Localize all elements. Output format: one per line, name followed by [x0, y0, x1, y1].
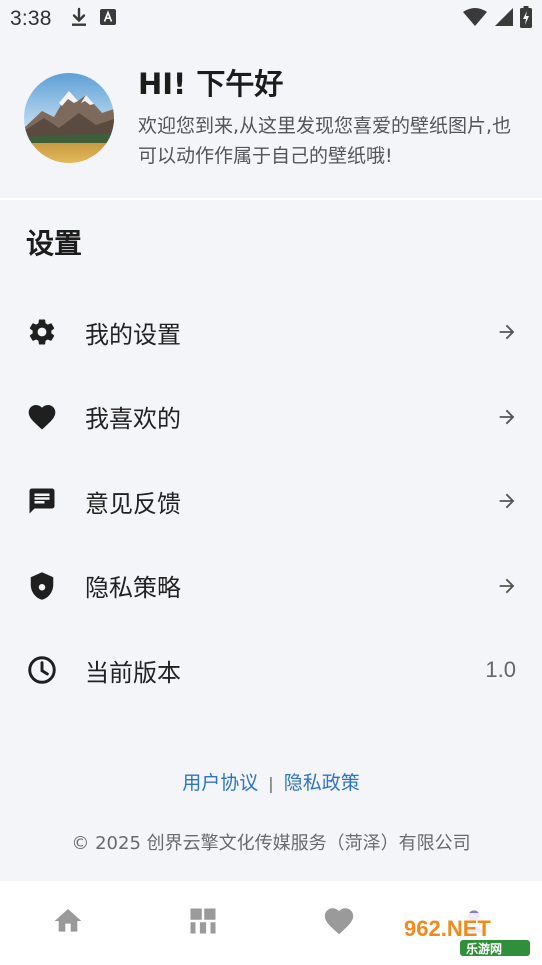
welcome-message: 欢迎您到来,从这里发现您喜爱的壁纸图片,也可以动作作属于自己的壁纸哦! — [138, 115, 512, 167]
battery-charging-icon — [520, 6, 532, 32]
watermark-bottom: 乐游网 — [466, 941, 502, 956]
status-notifications — [70, 7, 116, 31]
nav-categories[interactable] — [136, 881, 272, 965]
menu-item-version: 当前版本 1.0 — [0, 628, 542, 713]
nav-home[interactable] — [0, 881, 136, 965]
policy-links: 用户协议 | 隐私政策 — [0, 768, 542, 795]
settings-page: 3:38 HI! 下午好 欢迎您到来,从这里发现您喜爱的壁纸图片,也可以动作作属… — [0, 0, 542, 965]
privacy-policy-link[interactable]: 隐私政策 — [284, 772, 360, 794]
arrow-right-icon — [496, 490, 518, 512]
keyboard-a-icon — [99, 9, 116, 29]
shield-icon — [26, 570, 58, 602]
wifi-icon — [462, 7, 488, 31]
arrow-right-icon — [496, 575, 518, 597]
status-system-icons — [462, 6, 532, 32]
avatar[interactable] — [24, 73, 114, 163]
menu-item-label: 意见反馈 — [85, 489, 181, 518]
menu-item-label: 当前版本 — [85, 658, 181, 687]
watermark-logo: 962.NET 乐游网 — [398, 911, 536, 959]
arrow-right-icon — [496, 321, 518, 343]
status-bar: 3:38 — [0, 0, 542, 38]
arrow-right-icon — [496, 406, 518, 428]
grid-icon — [188, 906, 218, 940]
menu-item-feedback[interactable]: 意见反馈 — [0, 459, 542, 544]
watermark-top: 962.NET — [404, 916, 491, 941]
status-time: 3:38 — [10, 7, 52, 30]
section-title-settings: 设置 — [26, 227, 83, 260]
clock-icon — [26, 654, 58, 686]
feedback-icon — [26, 485, 58, 517]
heart-icon — [322, 904, 356, 942]
user-agreement-link[interactable]: 用户协议 — [182, 772, 258, 794]
profile-header: HI! 下午好 欢迎您到来,从这里发现您喜爱的壁纸图片,也可以动作作属于自己的壁… — [0, 38, 542, 198]
menu-item-privacy-policy[interactable]: 隐私策略 — [0, 544, 542, 629]
gear-icon — [26, 316, 58, 348]
greeting-title: HI! 下午好 — [138, 67, 284, 101]
menu-item-label: 我喜欢的 — [85, 405, 181, 434]
nav-favorites[interactable] — [271, 881, 407, 965]
download-icon — [70, 7, 88, 31]
menu-item-label: 我的设置 — [85, 320, 181, 349]
heart-icon — [26, 401, 58, 433]
link-separator: | — [268, 774, 274, 793]
settings-menu: 我的设置 我喜欢的 意见反馈 隐私策略 当前版本 1.0 — [0, 290, 542, 713]
header-text: HI! 下午好 欢迎您到来,从这里发现您喜爱的壁纸图片,也可以动作作属于自己的壁… — [138, 65, 518, 171]
menu-item-favorites[interactable]: 我喜欢的 — [0, 375, 542, 460]
home-icon — [52, 905, 84, 941]
menu-item-label: 隐私策略 — [85, 574, 181, 603]
version-value: 1.0 — [485, 657, 516, 683]
menu-item-my-settings[interactable]: 我的设置 — [0, 290, 542, 375]
signal-icon — [494, 7, 514, 31]
divider — [0, 198, 542, 200]
copyright-text: © 2025 创界云擎文化传媒服务（菏泽）有限公司 — [71, 833, 471, 854]
bottom-navigation: 962.NET 乐游网 — [0, 881, 542, 965]
